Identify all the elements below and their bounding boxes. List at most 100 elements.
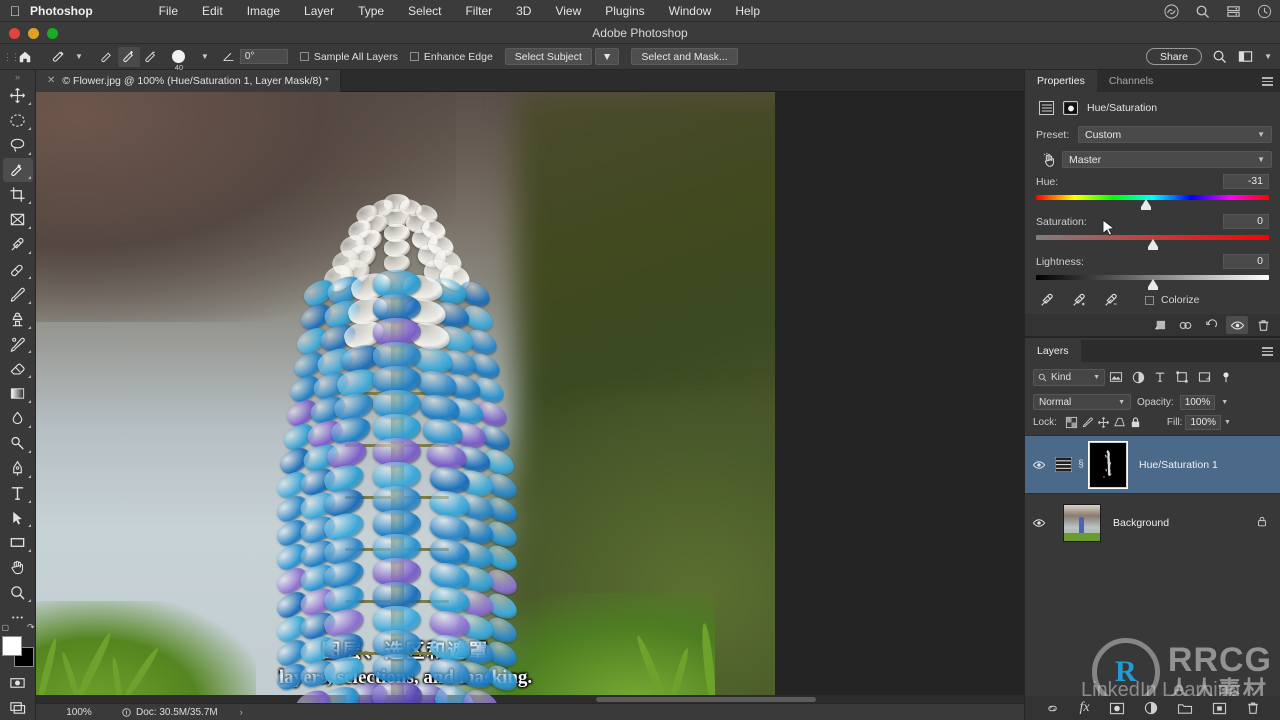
healing-brush-tool[interactable] <box>3 257 33 282</box>
layer-name[interactable]: Background <box>1113 517 1169 529</box>
tool-preset-chevron-down-icon[interactable]: ▼ <box>70 52 88 61</box>
delete-adjustment-button[interactable] <box>1252 316 1274 334</box>
apple-logo-icon[interactable]:  <box>0 4 30 18</box>
crop-tool[interactable] <box>3 182 33 207</box>
tool-preset-icon[interactable] <box>48 47 70 67</box>
zoom-level[interactable]: 100% <box>36 707 122 718</box>
layer-style-icon[interactable]: fx <box>1079 700 1089 716</box>
shape-filter-icon[interactable] <box>1171 368 1193 386</box>
screen-mode-button[interactable] <box>3 695 33 720</box>
blur-tool[interactable] <box>3 406 33 431</box>
eyedropper-subtract-icon[interactable] <box>1103 292 1119 308</box>
menu-3d[interactable]: 3D <box>504 4 543 18</box>
layer-lock-icon[interactable] <box>1256 515 1268 531</box>
colorize-checkbox[interactable]: Colorize <box>1145 294 1200 306</box>
path-selection-tool[interactable] <box>3 506 33 531</box>
on-image-adjust-icon[interactable] <box>1036 152 1062 168</box>
lock-image-icon[interactable] <box>1081 416 1094 429</box>
workspace-chevron-down-icon[interactable]: ▼ <box>1264 52 1272 61</box>
blend-mode-select[interactable]: Normal ▼ <box>1033 394 1131 410</box>
marquee-tool[interactable] <box>3 108 33 133</box>
menu-image[interactable]: Image <box>235 4 292 18</box>
lock-transparency-icon[interactable] <box>1065 416 1078 429</box>
rectangle-tool[interactable] <box>3 530 33 555</box>
fill-value[interactable]: 100% <box>1185 415 1222 430</box>
tools-panel-grip[interactable]: » <box>15 72 20 83</box>
adjustment-thumbnail[interactable] <box>1053 457 1073 472</box>
pen-tool[interactable] <box>3 456 33 481</box>
gradient-tool[interactable] <box>3 381 33 406</box>
control-center-icon[interactable] <box>1257 4 1272 19</box>
saturation-value[interactable]: 0 <box>1223 214 1269 229</box>
saturation-slider-thumb[interactable] <box>1147 239 1158 250</box>
tab-properties[interactable]: Properties <box>1025 70 1097 92</box>
link-mask-icon[interactable]: § <box>1073 459 1089 470</box>
brush-tool[interactable] <box>3 282 33 307</box>
brush-size-picker[interactable]: 40 <box>162 47 196 72</box>
selection-add-icon[interactable] <box>117 46 140 67</box>
clone-stamp-tool[interactable] <box>3 307 33 332</box>
select-subject-button[interactable]: Select Subject <box>504 48 592 65</box>
lightness-slider-track[interactable] <box>1036 275 1269 290</box>
link-layers-icon[interactable] <box>1045 702 1060 715</box>
clip-to-layer-button[interactable] <box>1148 316 1170 334</box>
zoom-tool[interactable] <box>3 580 33 605</box>
canvas-workspace[interactable]: 图层、选区和遮罩 layers, selections, and masking… <box>36 92 1024 703</box>
horizontal-scrollbar[interactable] <box>36 695 1024 703</box>
selection-new-icon[interactable] <box>96 47 118 67</box>
layer-thumbnail[interactable] <box>1063 503 1101 542</box>
lock-artboard-icon[interactable] <box>1113 416 1126 429</box>
frame-tool[interactable] <box>3 207 33 232</box>
menu-plugins[interactable]: Plugins <box>593 4 656 18</box>
share-button[interactable]: Share <box>1145 48 1202 65</box>
scrollbar-thumb[interactable] <box>596 697 816 702</box>
search-icon[interactable] <box>1195 4 1210 19</box>
previous-state-button[interactable] <box>1174 316 1196 334</box>
select-and-mask-button[interactable]: Select and Mask... <box>631 48 738 65</box>
layer-mask-thumbnail[interactable] <box>1088 440 1128 489</box>
quick-selection-tool[interactable] <box>2 157 33 183</box>
panel-menu-icon[interactable] <box>1262 77 1273 86</box>
close-icon[interactable]: ✕ <box>47 75 55 86</box>
lightness-value[interactable]: 0 <box>1223 254 1269 269</box>
angle-input[interactable]: 0° <box>239 49 288 64</box>
default-colors-icon[interactable]: ▢ <box>2 623 10 632</box>
layer-visibility-toggle[interactable] <box>1025 459 1053 471</box>
saturation-slider-track[interactable] <box>1036 235 1269 250</box>
color-swatches[interactable]: ▢ ↷ <box>1 622 35 667</box>
eyedropper-add-icon[interactable] <box>1071 292 1087 308</box>
new-layer-icon[interactable] <box>1212 702 1227 715</box>
toggle-visibility-button[interactable] <box>1226 316 1248 334</box>
delete-layer-icon[interactable] <box>1246 701 1260 715</box>
zoom-button[interactable] <box>47 27 58 39</box>
mask-thumbnail-icon[interactable] <box>1063 101 1078 115</box>
options-bar-grip[interactable]: ⋮⋮ <box>3 52 20 63</box>
menu-layer[interactable]: Layer <box>292 4 346 18</box>
hue-slider-track[interactable] <box>1036 195 1269 210</box>
menu-select[interactable]: Select <box>396 4 453 18</box>
lightness-slider-thumb[interactable] <box>1147 279 1158 290</box>
selection-subtract-icon[interactable] <box>140 47 162 67</box>
workspace-icon[interactable] <box>1238 49 1253 64</box>
tab-layers[interactable]: Layers <box>1025 340 1081 362</box>
new-adjustment-icon[interactable] <box>1144 701 1158 715</box>
minimize-button[interactable] <box>28 27 39 39</box>
document-info[interactable]: Doc: 30.5M/35.7M <box>122 707 218 718</box>
enhance-edge-checkbox[interactable]: Enhance Edge <box>409 51 493 63</box>
opacity-value[interactable]: 100% <box>1179 394 1216 410</box>
menu-app-name[interactable]: Photoshop <box>30 4 93 18</box>
lasso-tool[interactable] <box>3 133 33 158</box>
sample-all-layers-checkbox[interactable]: Sample All Layers <box>299 51 398 63</box>
select-subject-chevron-down-icon[interactable]: ▼ <box>594 48 620 65</box>
hue-value[interactable]: -31 <box>1223 174 1269 189</box>
menu-window[interactable]: Window <box>657 4 724 18</box>
table-row[interactable]: Background <box>1025 493 1280 551</box>
smart-object-filter-icon[interactable] <box>1193 368 1215 386</box>
quick-mask-button[interactable] <box>3 670 33 695</box>
tab-channels[interactable]: Channels <box>1097 70 1165 92</box>
fill-chevron-down-icon[interactable]: ▼ <box>1224 419 1231 426</box>
move-tool[interactable] <box>3 83 33 108</box>
document-canvas[interactable]: 图层、选区和遮罩 layers, selections, and masking… <box>36 92 775 703</box>
brush-chevron-down-icon[interactable]: ▼ <box>196 52 214 61</box>
menu-type[interactable]: Type <box>346 4 396 18</box>
